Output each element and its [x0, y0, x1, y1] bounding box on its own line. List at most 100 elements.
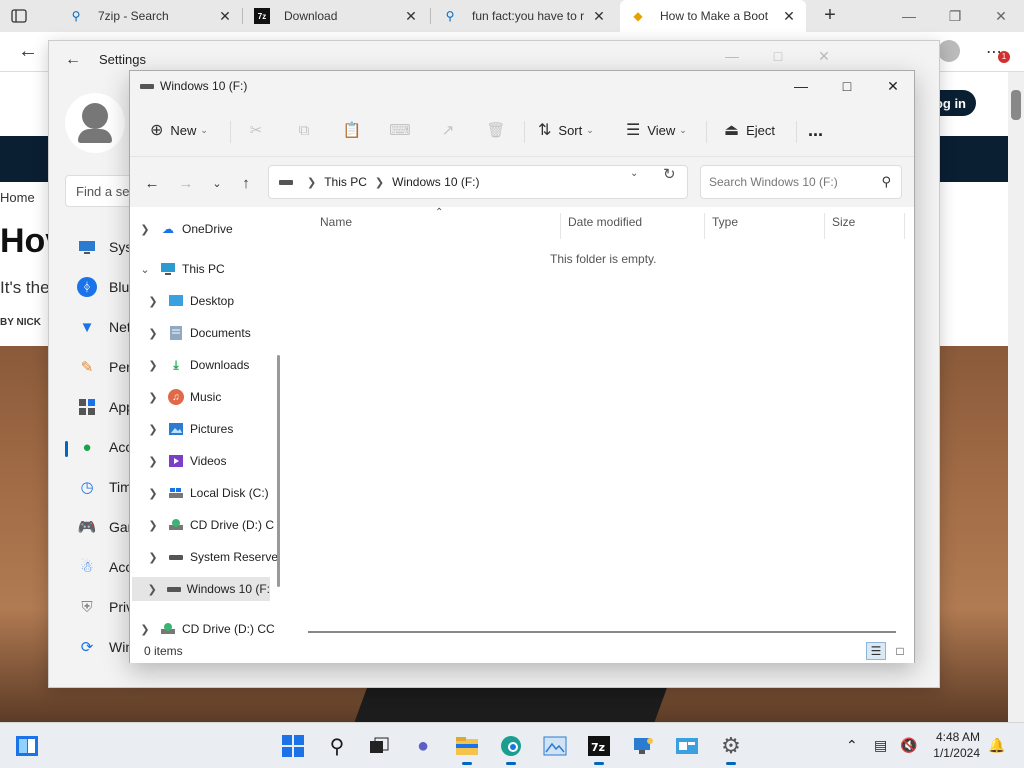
settings-nav-system[interactable]: Syst — [77, 237, 136, 257]
task-view-icon[interactable] — [364, 731, 394, 761]
profile-avatar[interactable] — [938, 40, 960, 62]
nav-tree-system-reserved[interactable]: ❯ System Reserve — [146, 545, 278, 569]
expand-chevron-icon[interactable]: ❯ — [138, 623, 152, 636]
network-app-icon[interactable] — [628, 731, 658, 761]
nav-tree-videos[interactable]: ❯ Videos — [146, 449, 226, 473]
expand-chevron-icon[interactable]: ❯ — [146, 295, 160, 308]
browser-maximize-button[interactable]: ❐ — [932, 0, 978, 32]
nav-tree-local-disk-c[interactable]: ❯ Local Disk (C:) — [146, 481, 268, 505]
close-tab-icon[interactable]: ✕ — [782, 8, 796, 25]
web-breadcrumb[interactable]: Home — [0, 190, 35, 205]
close-tab-icon[interactable]: ✕ — [218, 8, 232, 25]
nav-tree-documents[interactable]: ❯ Documents — [146, 321, 251, 345]
breadcrumb-current-drive[interactable]: Windows 10 (F:) — [392, 175, 479, 189]
nav-tree-pictures[interactable]: ❯ Pictures — [146, 417, 233, 441]
large-icons-view-icon[interactable]: □ — [890, 642, 910, 660]
expand-chevron-icon[interactable]: ❯ — [146, 487, 160, 500]
sort-button[interactable]: ⇅ Sort ⌄ — [538, 115, 594, 145]
expand-chevron-icon[interactable]: ❯ — [146, 327, 160, 340]
column-header-type[interactable]: Type — [712, 215, 738, 237]
column-divider[interactable] — [560, 213, 561, 239]
settings-search-input[interactable]: Find a se — [65, 175, 133, 207]
nav-tree-cd-drive-d-root[interactable]: ❯ CD Drive (D:) CC — [138, 617, 274, 639]
column-divider[interactable] — [824, 213, 825, 239]
details-view-icon[interactable]: ☰ — [866, 642, 886, 660]
expand-chevron-icon[interactable]: ❯ — [138, 223, 152, 236]
volume-muted-icon[interactable]: 🔇 — [900, 737, 917, 754]
expand-chevron-icon[interactable]: ❯ — [146, 519, 160, 532]
control-panel-icon[interactable] — [672, 731, 702, 761]
network-status-icon[interactable]: ▤ — [874, 737, 887, 754]
browser-minimize-button[interactable]: — — [886, 0, 932, 32]
address-bar[interactable]: ❯ This PC ❯ Windows 10 (F:) — [268, 165, 688, 199]
start-icon[interactable] — [278, 731, 308, 761]
explorer-close-button[interactable]: ✕ — [870, 71, 916, 101]
browser-tab-download[interactable]: 7z Download ✕ — [244, 0, 428, 32]
settings-close-button[interactable]: ✕ — [801, 41, 847, 71]
column-divider[interactable] — [904, 213, 905, 239]
nav-tree-desktop[interactable]: ❯ Desktop — [146, 289, 234, 313]
settings-minimize-button[interactable]: — — [709, 41, 755, 71]
notification-center-icon[interactable]: 🔔 — [988, 737, 1005, 754]
column-header-date-modified[interactable]: Date modified — [568, 215, 642, 237]
explorer-maximize-button[interactable]: □ — [824, 71, 870, 101]
photos-app-icon[interactable] — [540, 731, 570, 761]
refresh-icon[interactable]: ↻ — [663, 165, 676, 183]
column-divider[interactable] — [704, 213, 705, 239]
file-explorer-taskbar-icon[interactable] — [452, 731, 482, 765]
settings-nav-accessibility[interactable]: ☃ Acc — [77, 557, 132, 577]
expand-chevron-icon[interactable]: ❯ — [146, 551, 160, 564]
settings-back-icon[interactable]: ← — [65, 51, 81, 69]
new-button[interactable]: ⊕ New ⌄ — [150, 115, 208, 145]
address-history-chevron-icon[interactable]: ⌄ — [630, 168, 638, 179]
expand-chevron-icon[interactable]: ❯ — [146, 423, 160, 436]
nav-tree-downloads[interactable]: ❯ ⤓ Downloads — [146, 353, 249, 377]
7zip-app-icon[interactable]: 7z — [584, 731, 614, 765]
nav-tree-cd-drive-d[interactable]: ❯ CD Drive (D:) C — [146, 513, 274, 537]
settings-nav-accounts[interactable]: ● Acc — [77, 437, 132, 457]
nav-tree-onedrive[interactable]: ❯ ☁ OneDrive — [138, 217, 232, 241]
system-clock[interactable]: 4:48 AM 1/1/2024 — [930, 729, 980, 761]
browser-back-icon[interactable]: ← — [18, 40, 38, 63]
explorer-minimize-button[interactable]: — — [778, 71, 824, 101]
up-arrow-icon[interactable]: ↑ — [236, 173, 256, 193]
cut-icon[interactable]: ✂ — [245, 119, 267, 141]
browser-close-button[interactable]: ✕ — [978, 0, 1024, 32]
view-button[interactable]: ☰ View ⌄ — [626, 115, 687, 145]
expand-chevron-icon[interactable]: ❯ — [146, 359, 160, 372]
settings-nav-privacy[interactable]: ⛨ Priv — [77, 597, 133, 617]
close-tab-icon[interactable]: ✕ — [592, 8, 606, 25]
collapse-chevron-icon[interactable]: ⌄ — [138, 263, 152, 276]
column-header-name[interactable]: Name — [320, 215, 352, 237]
column-header-size[interactable]: Size — [832, 215, 855, 237]
forward-arrow-icon[interactable]: → — [176, 173, 196, 193]
recent-locations-chevron-icon[interactable]: ⌄ — [207, 173, 227, 193]
page-scrollbar[interactable] — [1008, 72, 1024, 722]
settings-user-avatar[interactable] — [65, 93, 125, 153]
delete-icon[interactable]: 🗑 — [485, 119, 507, 141]
settings-nav-apps[interactable]: App — [77, 397, 134, 417]
eject-button[interactable]: ⏏ Eject — [724, 115, 775, 145]
back-arrow-icon[interactable]: ← — [142, 173, 162, 193]
settings-nav-gaming[interactable]: 🎮 Gar — [77, 517, 133, 537]
breadcrumb-this-pc[interactable]: This PC — [324, 175, 367, 189]
nav-tree-this-pc[interactable]: ⌄ This PC — [138, 257, 224, 281]
page-scrollbar-thumb[interactable] — [1011, 90, 1021, 120]
nav-tree-music[interactable]: ❯ ♫ Music — [146, 385, 221, 409]
explorer-search-input[interactable]: Search Windows 10 (F:) ⚲ — [700, 165, 902, 199]
settings-maximize-button[interactable]: □ — [755, 41, 801, 71]
settings-gear-icon[interactable]: ⚙ — [716, 731, 746, 765]
paste-icon[interactable]: 📋 — [341, 119, 363, 141]
expand-chevron-icon[interactable]: ❯ — [146, 391, 160, 404]
horizontal-scrollbar[interactable] — [308, 631, 896, 633]
share-icon[interactable]: ↗ — [437, 119, 459, 141]
show-hidden-icons-chevron-icon[interactable]: ⌃ — [846, 737, 858, 754]
browser-tab-7zip-search[interactable]: ⚲ 7zip - Search ✕ — [58, 0, 242, 32]
tab-actions-icon[interactable] — [10, 7, 28, 25]
search-icon[interactable]: ⚲ — [322, 731, 352, 761]
expand-chevron-icon[interactable]: ❯ — [146, 583, 158, 596]
settings-nav-network[interactable]: ▼ Net — [77, 317, 131, 337]
teams-chat-icon[interactable]: ● — [408, 731, 438, 761]
nav-tree-windows-10-f[interactable]: ❯ Windows 10 (F: — [132, 577, 270, 601]
browser-tab-fun-fact[interactable]: ⚲ fun fact:you have to r ✕ — [432, 0, 616, 32]
